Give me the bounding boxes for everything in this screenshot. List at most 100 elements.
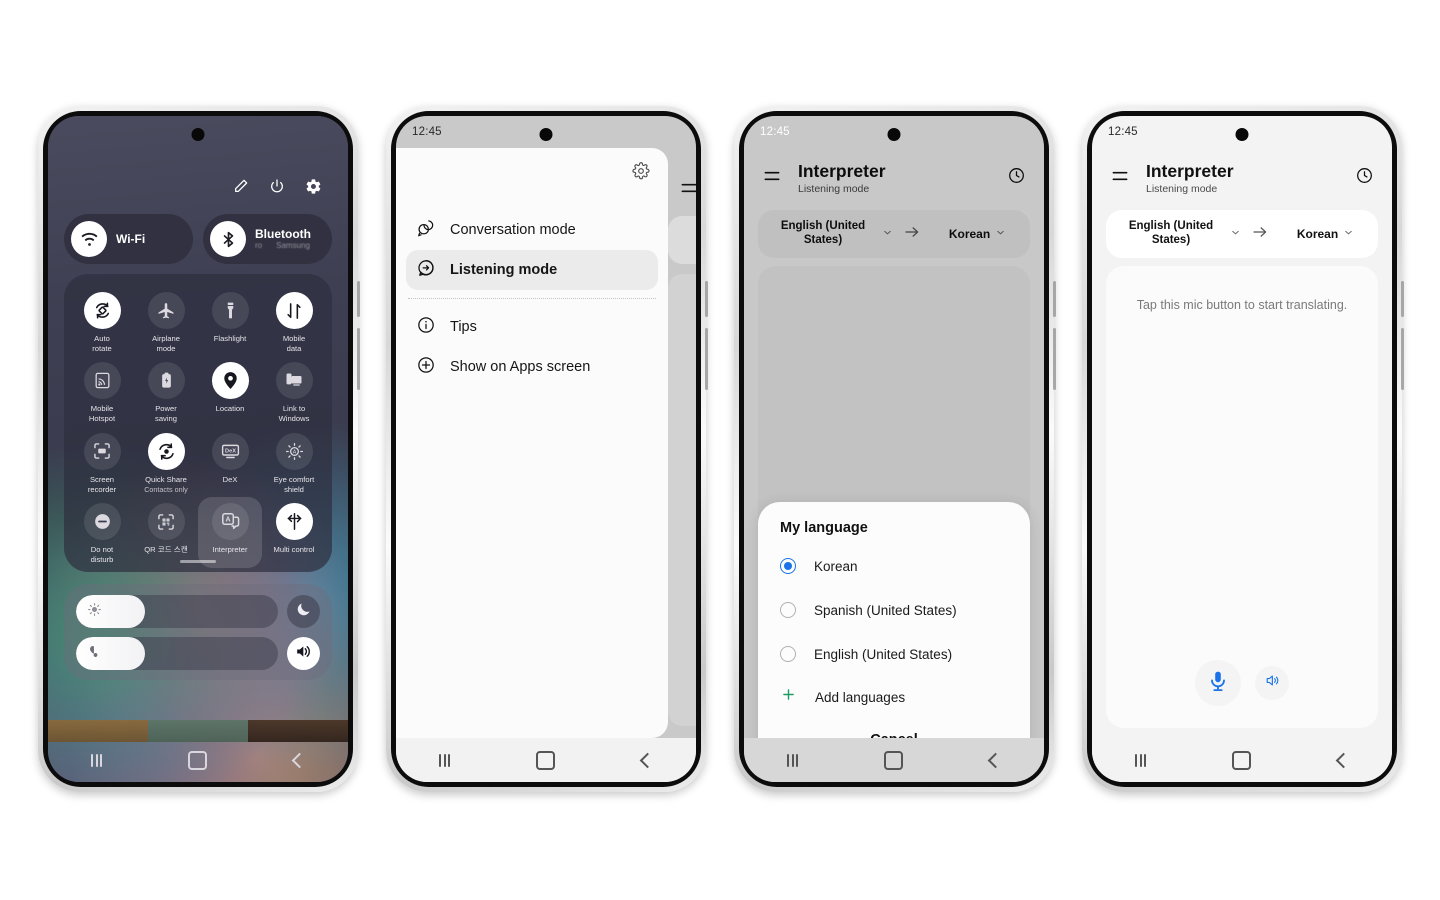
bluetooth-icon (210, 221, 246, 257)
clock-history-icon[interactable] (1355, 166, 1374, 190)
side-button-power[interactable] (357, 281, 360, 317)
info-icon (416, 315, 436, 340)
menu-item-tips[interactable]: Tips (406, 307, 658, 347)
tile-screen-recorder[interactable]: Screen recorder (70, 427, 134, 497)
menu-item-listening-mode[interactable]: Listening mode (406, 250, 658, 290)
language-option-korean[interactable]: Korean (758, 544, 1030, 588)
phone-4-listening-ready: 12:45 Interpreter Listening mode English… (1082, 106, 1404, 792)
back-button[interactable] (987, 752, 1004, 768)
home-button[interactable] (188, 750, 208, 770)
plus-icon (780, 686, 797, 708)
recents-button[interactable] (1135, 753, 1147, 767)
mic-button[interactable] (1195, 660, 1241, 706)
tile-multi-control[interactable]: Multi control (262, 497, 326, 567)
tile-link-to-windows[interactable]: Link to Windows (262, 356, 326, 426)
bluetooth-pill[interactable]: Bluetooth ro Samsung (203, 214, 332, 264)
language-chip-peek[interactable]: En (668, 216, 696, 264)
tile-mobile-data[interactable]: Mobile data (262, 286, 326, 356)
tile-do-not-disturb[interactable]: Do not disturb (70, 497, 134, 567)
tile-label: Interpreter (212, 545, 248, 555)
tile-label: Do not disturb (90, 545, 114, 565)
transcript-card: Tap this mic button to start translating… (1106, 266, 1378, 728)
tile-eye-comfort-shield[interactable]: A Eye comfort shield (262, 427, 326, 497)
tile-quick-share[interactable]: Quick Share Contacts only (134, 427, 198, 497)
tile-flashlight[interactable]: Flashlight (198, 286, 262, 356)
back-button[interactable] (291, 752, 308, 768)
speaker-button[interactable] (1255, 666, 1289, 700)
tile-interpreter[interactable]: A Interpreter (198, 497, 262, 568)
recents-button[interactable] (91, 753, 103, 767)
navigation-bar (1092, 738, 1392, 782)
conversation-mode-icon (416, 218, 436, 243)
volume-slider[interactable] (76, 637, 278, 670)
recents-button[interactable] (439, 753, 451, 767)
camera-punch-hole (191, 128, 205, 141)
power-icon[interactable] (269, 178, 285, 194)
menu-item-label: Listening mode (450, 262, 558, 278)
wifi-label: Wi-Fi (116, 231, 146, 246)
home-button[interactable] (1232, 750, 1252, 770)
tile-mobile-hotspot[interactable]: Mobile Hotspot (70, 356, 134, 426)
app-header: Interpreter Listening mode (1092, 152, 1392, 204)
side-button-power[interactable] (1053, 281, 1056, 317)
back-button[interactable] (1335, 752, 1352, 768)
tile-dex[interactable]: DeX DeX (198, 427, 262, 497)
source-language-value[interactable]: English (United States) (1116, 220, 1226, 248)
language-option-spanish[interactable]: Spanish (United States) (758, 588, 1030, 632)
tile-label: Auto rotate (92, 334, 112, 353)
phone-screen: Wi-Fi Bluetooth ro Samsung Auto rotate A… (48, 116, 348, 782)
app-title-text: Interpreter (1146, 161, 1234, 182)
gear-icon[interactable] (305, 178, 322, 195)
panel-drag-handle[interactable] (180, 560, 216, 563)
menu-item-show-on-apps-screen[interactable]: Show on Apps screen (406, 347, 658, 387)
target-language-value[interactable]: Korean (1273, 227, 1378, 241)
svg-text:A: A (225, 517, 230, 524)
speaker-icon (1264, 672, 1281, 694)
radio-button[interactable] (780, 602, 796, 618)
tile-qr-scan[interactable]: QR 코드 스캔 (134, 497, 198, 567)
add-languages-button[interactable]: Add languages (758, 676, 1030, 718)
navigation-bar (48, 738, 348, 782)
radio-button[interactable] (780, 646, 796, 662)
back-button[interactable] (639, 752, 656, 768)
language-selector-bar: English (United States) Korean (1106, 210, 1378, 258)
svg-text:DeX: DeX (225, 448, 236, 454)
navigation-bar (396, 738, 696, 782)
tile-airplane-mode[interactable]: Airplane mode (134, 286, 198, 356)
app-subtitle-text: Listening mode (1146, 182, 1218, 195)
brightness-slider[interactable] (76, 595, 278, 628)
chevron-down-icon[interactable] (1343, 227, 1354, 241)
volume-button[interactable] (287, 637, 320, 670)
phone-3-language-dialog: Interpreter Listening mode English (Unit… (734, 106, 1056, 792)
listening-hint-text: Tap this mic button to start translating… (1136, 298, 1348, 312)
pencil-icon[interactable] (233, 178, 249, 194)
menu-item-conversation-mode[interactable]: Conversation mode (406, 210, 658, 250)
side-button-volume[interactable] (1401, 328, 1404, 390)
tile-location[interactable]: Location (198, 356, 262, 426)
gear-icon[interactable] (632, 162, 650, 185)
wifi-pill[interactable]: Wi-Fi (64, 214, 193, 264)
dark-mode-button[interactable] (287, 595, 320, 628)
recents-button[interactable] (787, 753, 799, 767)
tile-auto-rotate[interactable]: Auto rotate (70, 286, 134, 356)
side-button-volume[interactable] (357, 328, 360, 390)
home-button[interactable] (884, 750, 904, 770)
menu-divider (408, 298, 656, 299)
side-button-volume[interactable] (1053, 328, 1056, 390)
tile-label: Mobile Hotspot (88, 404, 116, 424)
hamburger-icon[interactable] (1110, 166, 1130, 191)
language-option-english[interactable]: English (United States) (758, 632, 1030, 676)
tile-power-saving[interactable]: Power saving (134, 356, 198, 426)
side-button-power[interactable] (1401, 281, 1404, 317)
tile-label: DeX (222, 474, 238, 484)
side-button-power[interactable] (705, 281, 708, 317)
side-button-volume[interactable] (705, 328, 708, 390)
radio-button[interactable] (780, 558, 796, 574)
home-button[interactable] (536, 750, 556, 770)
interpreter-icon: A (211, 503, 249, 541)
eye-comfort-icon: A (275, 432, 313, 470)
chevron-down-icon[interactable] (1230, 225, 1241, 243)
status-clock: 12:45 (412, 126, 442, 138)
plus-circle-icon (416, 355, 436, 380)
hamburger-icon[interactable] (679, 178, 696, 203)
